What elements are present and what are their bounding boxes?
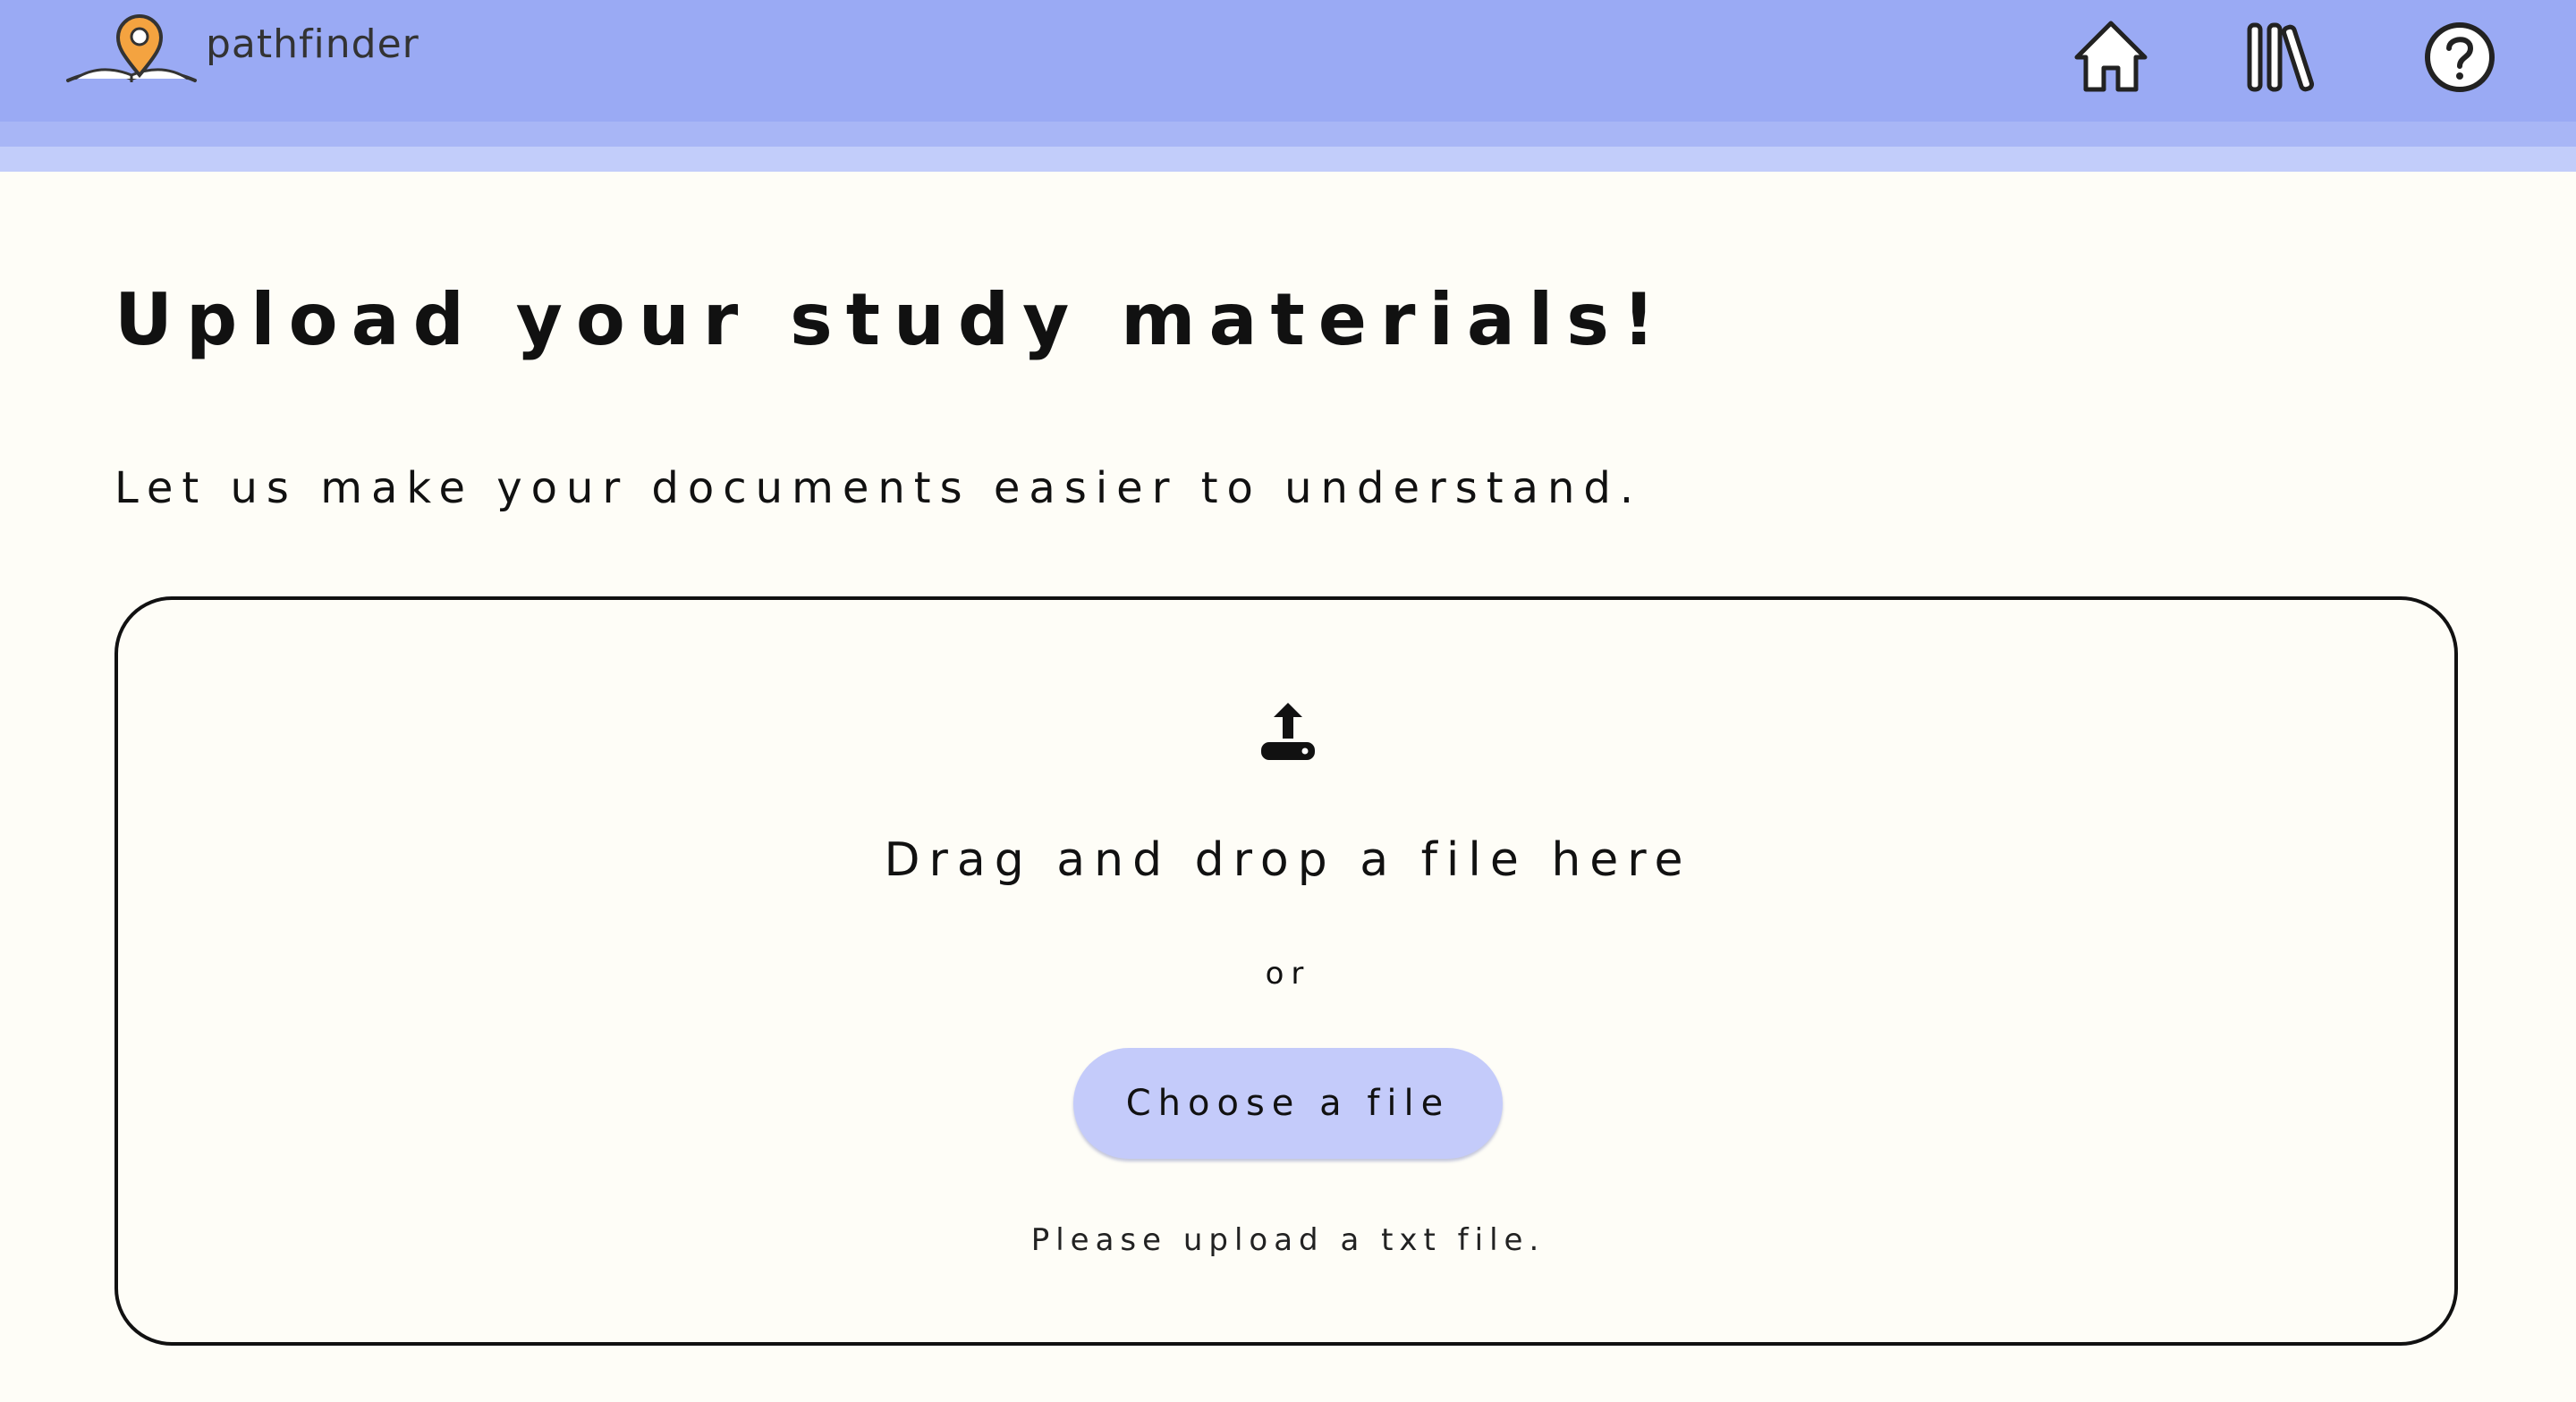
home-icon bbox=[2074, 21, 2148, 92]
brand-logo-link[interactable]: pathfinder bbox=[64, 11, 419, 86]
library-icon bbox=[2247, 22, 2315, 92]
or-divider-text: or bbox=[1265, 956, 1311, 992]
page-subtitle: Let us make your documents easier to und… bbox=[114, 463, 1643, 513]
dropzone-label: Drag and drop a file here bbox=[884, 833, 1692, 887]
library-button[interactable] bbox=[2238, 14, 2324, 100]
file-type-hint: Please upload a txt file. bbox=[1030, 1222, 1546, 1258]
upload-icon bbox=[1252, 697, 1324, 769]
help-button[interactable] bbox=[2417, 14, 2503, 100]
map-pin-book-icon bbox=[66, 14, 197, 82]
choose-file-button[interactable]: Choose a file bbox=[1073, 1048, 1503, 1159]
header-band bbox=[0, 147, 2576, 172]
help-icon bbox=[2425, 22, 2495, 92]
page-title: Upload your study materials! bbox=[114, 278, 1669, 361]
home-button[interactable] bbox=[2068, 14, 2154, 100]
brand-name: pathfinder bbox=[206, 21, 419, 67]
header-band bbox=[0, 122, 2576, 147]
page: pathfinder Upload your study materials! … bbox=[0, 0, 2576, 1402]
top-nav-bar: pathfinder bbox=[0, 0, 2576, 122]
